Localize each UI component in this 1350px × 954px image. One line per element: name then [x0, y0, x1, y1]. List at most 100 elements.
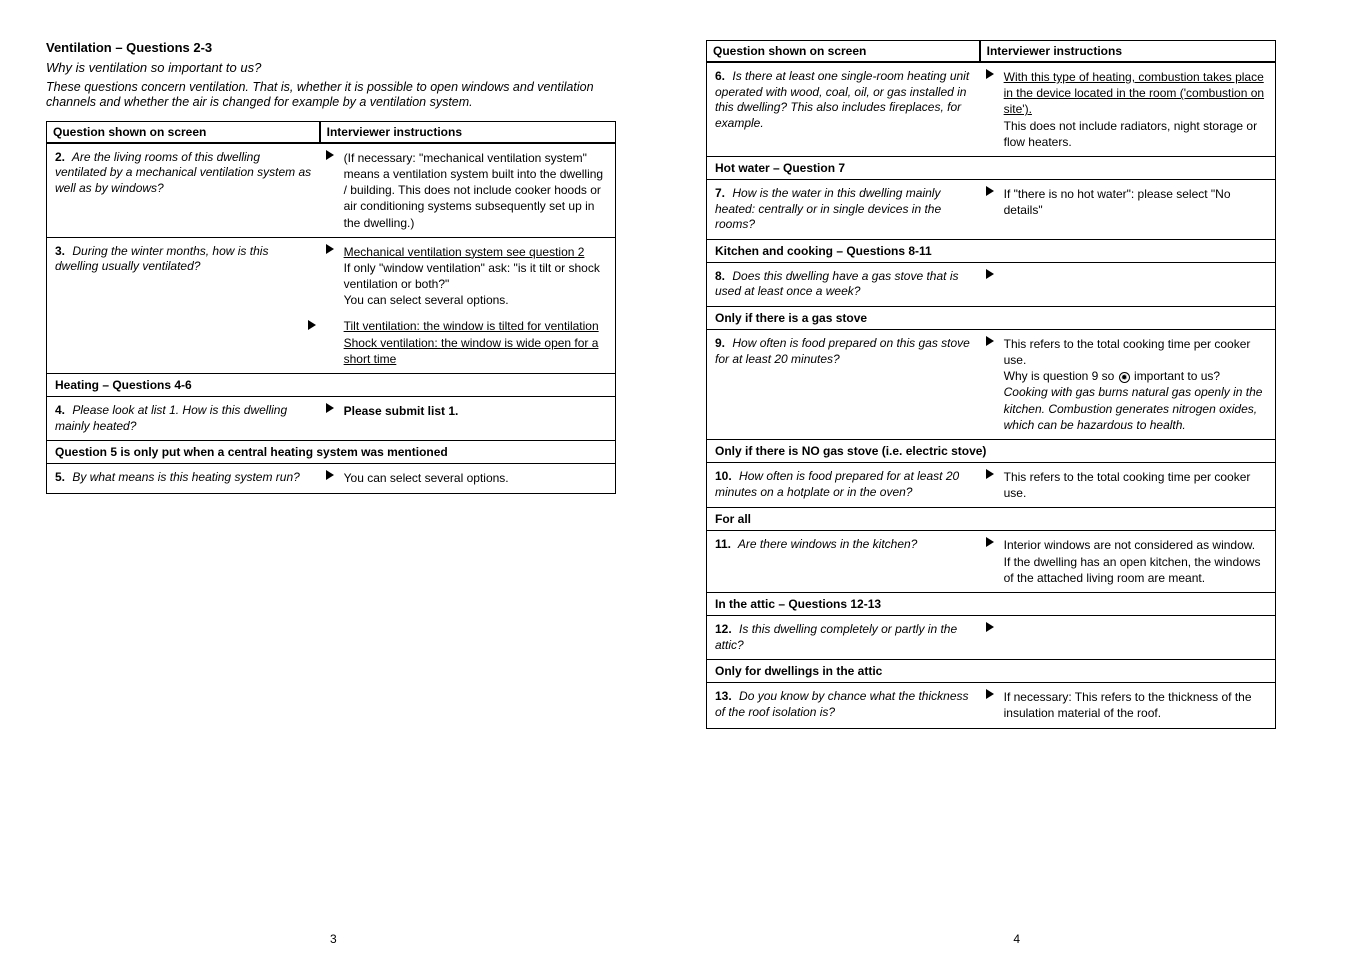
table-row: 5. By what means is this heating system … — [47, 463, 615, 493]
question-text: Are the living rooms of this dwelling ve… — [55, 150, 311, 195]
question-text: Please look at list 1. How is this dwell… — [55, 403, 287, 433]
answer-cell: You can select several options. — [320, 464, 615, 493]
answer-text: Why is question 9 so — [1004, 369, 1118, 383]
question-cell: 11. Are there windows in the kitchen? — [707, 531, 980, 592]
question-text: How is the water in this dwelling mainly… — [715, 186, 941, 231]
triangle-icon — [986, 537, 994, 547]
question-number: 11. — [715, 537, 731, 551]
answer-text: Please submit list 1. — [344, 404, 459, 418]
table-row: 9. How often is food prepared on this ga… — [707, 329, 1275, 439]
left-table: Question shown on screen Interviewer ins… — [46, 121, 616, 494]
triangle-icon — [986, 622, 994, 632]
answer-cell: If necessary: This refers to the thickne… — [980, 683, 1275, 727]
answer-cell — [980, 263, 1275, 306]
answer-cell: Mechanical ventilation system see questi… — [320, 238, 615, 373]
answer-text: If the dwelling has an open kitchen, the… — [1004, 555, 1261, 585]
question-number: 12. — [715, 622, 732, 636]
answer-text: This refers to the total cooking time pe… — [1004, 470, 1251, 500]
section-heading: In the attic – Questions 12-13 — [707, 592, 1275, 615]
question-number: 9. — [715, 336, 725, 350]
table-row: 6. Is there at least one single-room hea… — [707, 62, 1275, 156]
th-instructions: Interviewer instructions — [320, 122, 615, 143]
answer-text: You can select several options. — [344, 293, 509, 307]
question-cell: 7. How is the water in this dwelling mai… — [707, 180, 980, 239]
question-cell: 8. Does this dwelling have a gas stove t… — [707, 263, 980, 306]
question-cell: 13. Do you know by chance what the thick… — [707, 683, 980, 727]
answer-italic: Cooking with gas burns natural gas openl… — [1004, 385, 1263, 431]
triangle-icon — [326, 403, 334, 413]
answer-text: Interior windows are not considered as w… — [1004, 538, 1255, 552]
answer-link: With this type of heating, combustion ta… — [1004, 70, 1264, 116]
question-text: Does this dwelling have a gas stove that… — [715, 269, 958, 299]
triangle-icon — [986, 469, 994, 479]
question-number: 6. — [715, 69, 725, 83]
intro-text: These questions concern ventilation. Tha… — [46, 80, 616, 111]
question-number: 8. — [715, 269, 725, 283]
answer-text: important to us? — [1131, 369, 1220, 383]
section-heading: Only if there is NO gas stove (i.e. elec… — [707, 439, 1275, 462]
table-row: 2. Are the living rooms of this dwelling… — [47, 143, 615, 237]
answer-cell: Please submit list 1. — [320, 397, 615, 440]
section-heading: Only for dwellings in the attic — [707, 659, 1275, 682]
table-row: 10. How often is food prepared for at le… — [707, 462, 1275, 507]
right-page: Question shown on screen Interviewer ins… — [706, 40, 1276, 729]
question-cell: 4. Please look at list 1. How is this dw… — [47, 397, 320, 440]
table-header: Question shown on screen Interviewer ins… — [707, 41, 1275, 62]
table-row: 8. Does this dwelling have a gas stove t… — [707, 262, 1275, 306]
section-heading: Kitchen and cooking – Questions 8-11 — [707, 239, 1275, 262]
question-cell: 3. During the winter months, how is this… — [47, 238, 320, 373]
answer-text: (If necessary: "mechanical ventilation s… — [344, 151, 603, 230]
question-number: 3. — [55, 244, 65, 258]
page-number-left: 3 — [330, 932, 337, 946]
answer-cell: If "there is no hot water": please selec… — [980, 180, 1275, 239]
question-number: 4. — [55, 403, 65, 417]
question-text: During the winter months, how is this dw… — [55, 244, 268, 274]
th-question: Question shown on screen — [47, 122, 320, 143]
question-text: By what means is this heating system run… — [72, 470, 299, 484]
table-row: 13. Do you know by chance what the thick… — [707, 682, 1275, 727]
section-heading: Only if there is a gas stove — [707, 306, 1275, 329]
answer-text: You can select several options. — [344, 471, 509, 485]
question-number: 13. — [715, 689, 732, 703]
question-text: Do you know by chance what the thickness… — [715, 689, 969, 719]
question-cell: 5. By what means is this heating system … — [47, 464, 320, 493]
answer-text: This does not include radiators, night s… — [1004, 119, 1257, 149]
question-cell: 12. Is this dwelling completely or partl… — [707, 616, 980, 659]
section-heading: For all — [707, 507, 1275, 530]
intro-subtitle: Why is ventilation so important to us? — [46, 60, 616, 76]
info-icon: ✹ — [1119, 372, 1130, 383]
table-row: 4. Please look at list 1. How is this dw… — [47, 396, 615, 440]
triangle-icon — [986, 269, 994, 279]
answer-link: Mechanical ventilation system see questi… — [344, 245, 585, 259]
question-text: Is there at least one single-room heatin… — [715, 69, 969, 130]
answer-cell: Interior windows are not considered as w… — [980, 531, 1275, 592]
table-header: Question shown on screen Interviewer ins… — [47, 122, 615, 143]
table-row: 11. Are there windows in the kitchen? In… — [707, 530, 1275, 592]
answer-cell: This refers to the total cooking time pe… — [980, 330, 1275, 439]
section-heading: Question 5 is only put when a central he… — [47, 440, 615, 463]
right-table: Question shown on screen Interviewer ins… — [706, 40, 1276, 729]
table-row: 12. Is this dwelling completely or partl… — [707, 615, 1275, 659]
answer-link: Tilt ventilation: the window is tilted f… — [344, 319, 599, 333]
question-number: 2. — [55, 150, 65, 164]
table-row: 7. How is the water in this dwelling mai… — [707, 179, 1275, 239]
answer-cell: With this type of heating, combustion ta… — [980, 63, 1275, 156]
triangle-icon — [986, 336, 994, 346]
question-text: Is this dwelling completely or partly in… — [715, 622, 957, 652]
section-heading: Hot water – Question 7 — [707, 156, 1275, 179]
answer-cell: This refers to the total cooking time pe… — [980, 463, 1275, 507]
question-text: How often is food prepared for at least … — [715, 469, 959, 499]
question-number: 10. — [715, 469, 732, 483]
question-number: 7. — [715, 186, 725, 200]
triangle-icon — [326, 150, 334, 160]
question-cell: 2. Are the living rooms of this dwelling… — [47, 144, 320, 237]
question-text: Are there windows in the kitchen? — [738, 537, 917, 551]
th-question: Question shown on screen — [707, 41, 980, 62]
triangle-icon — [326, 318, 334, 328]
question-cell: 6. Is there at least one single-room hea… — [707, 63, 980, 156]
triangle-icon — [326, 244, 334, 254]
answer-cell — [980, 616, 1275, 659]
answer-text: If "there is no hot water": please selec… — [1004, 187, 1231, 217]
triangle-icon — [986, 186, 994, 196]
triangle-icon — [326, 470, 334, 480]
